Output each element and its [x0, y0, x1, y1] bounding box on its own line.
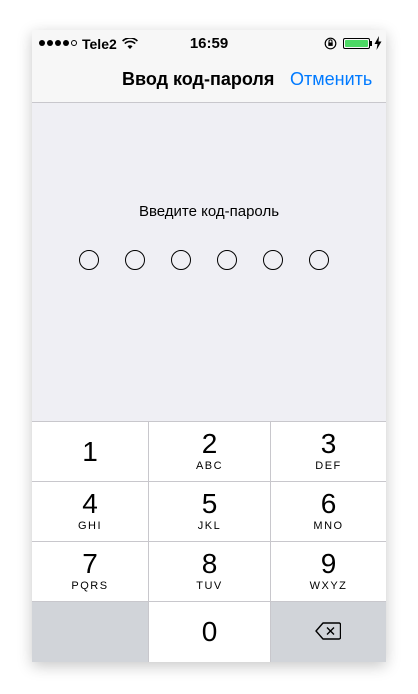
key-5[interactable]: 5 JKL: [149, 482, 271, 542]
charging-icon: [374, 36, 382, 53]
key-6[interactable]: 6 MNO: [271, 482, 386, 542]
key-letters: PQRS: [71, 580, 109, 592]
status-bar: Tele2 16:59: [32, 30, 386, 58]
key-letters: ABC: [195, 460, 224, 472]
passcode-entry-area: Введите код-пароль: [32, 103, 386, 421]
passcode-prompt: Введите код-пароль: [138, 203, 280, 220]
key-3[interactable]: 3 DEF: [271, 421, 386, 482]
numeric-keypad: 1 2 ABC 3 DEF 4 GHI 5 JKL 6 MNO 7 PQRS 8: [32, 421, 386, 662]
key-digit: 4: [82, 488, 98, 519]
key-letters: MNO: [313, 520, 344, 532]
key-7[interactable]: 7 PQRS: [32, 542, 149, 602]
passcode-dot: [263, 250, 283, 270]
passcode-dot: [309, 250, 329, 270]
key-digit: 3: [320, 428, 337, 459]
navigation-bar: Ввод код-пароля Отменить: [32, 58, 386, 103]
key-2[interactable]: 2 ABC: [149, 421, 271, 482]
key-digit: 1: [82, 436, 98, 467]
rotation-lock-icon: [324, 37, 337, 53]
passcode-dot: [171, 250, 191, 270]
key-0[interactable]: 0: [149, 602, 271, 662]
passcode-dot: [79, 250, 99, 270]
passcode-dot: [217, 250, 237, 270]
phone-screen: Tele2 16:59 Ввод код-пароля Отменить Вве…: [32, 30, 386, 662]
cancel-button[interactable]: Отменить: [290, 69, 372, 90]
battery-icon: [343, 38, 370, 49]
key-4[interactable]: 4 GHI: [32, 482, 149, 542]
key-letters: JKL: [197, 520, 222, 532]
key-letters: GHI: [77, 520, 103, 532]
passcode-dot: [125, 250, 145, 270]
key-digit: 7: [82, 548, 98, 579]
key-digit: 0: [201, 616, 218, 647]
key-1[interactable]: 1: [32, 421, 149, 482]
key-digit: 2: [201, 428, 218, 459]
passcode-dots: [79, 250, 329, 270]
key-digit: 8: [201, 548, 218, 579]
key-8[interactable]: 8 TUV: [149, 542, 271, 602]
backspace-icon: [315, 622, 342, 645]
page-title: Ввод код-пароля: [122, 69, 275, 89]
key-letters: WXYZ: [309, 580, 348, 592]
key-letters: DEF: [315, 460, 342, 472]
key-digit: 9: [320, 548, 337, 579]
delete-button[interactable]: [271, 602, 386, 662]
key-digit: 5: [201, 488, 218, 519]
key-letters: TUV: [196, 580, 223, 592]
key-digit: 6: [320, 488, 337, 519]
empty-key: [32, 602, 149, 662]
key-9[interactable]: 9 WXYZ: [271, 542, 386, 602]
